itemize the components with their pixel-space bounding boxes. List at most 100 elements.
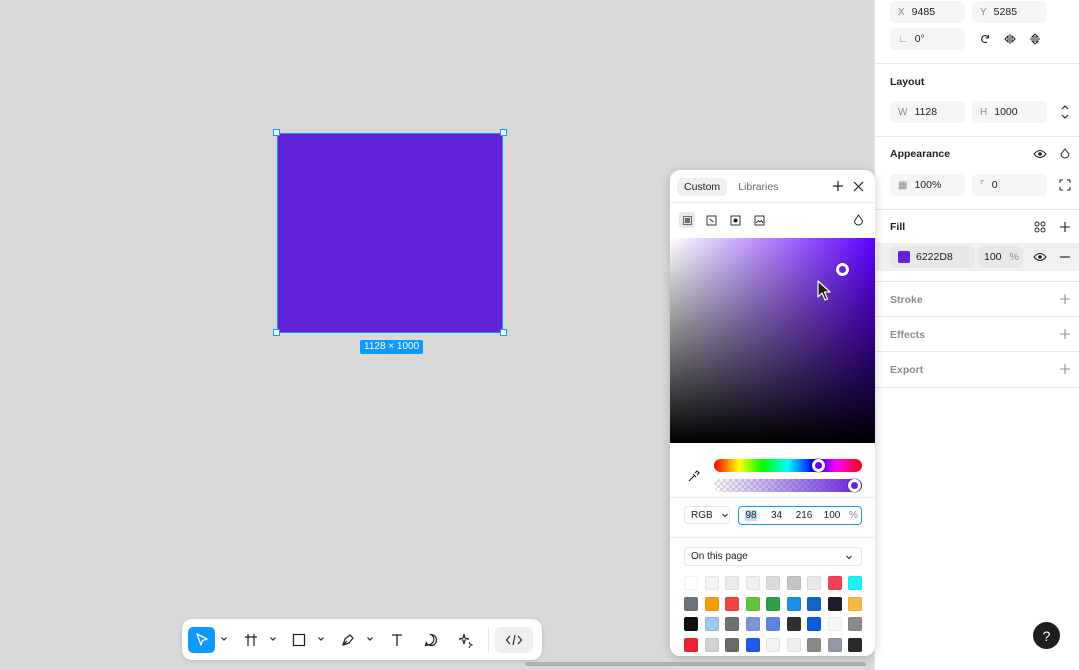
rgb-value-field[interactable]: 98 34 216 100 % <box>738 506 862 525</box>
independent-corners-icon[interactable] <box>1057 177 1073 193</box>
rectangle-tool-button[interactable] <box>286 627 312 653</box>
add-swatch-icon[interactable] <box>830 178 846 194</box>
color-swatch[interactable] <box>725 596 739 611</box>
alpha-knob[interactable] <box>848 479 861 492</box>
color-swatch[interactable] <box>827 617 842 631</box>
color-swatch[interactable] <box>848 617 862 631</box>
color-swatch[interactable] <box>786 576 801 590</box>
color-swatch[interactable] <box>786 617 801 631</box>
eye-icon[interactable] <box>1032 249 1048 265</box>
color-swatch[interactable] <box>725 576 739 590</box>
color-swatch[interactable] <box>704 576 719 590</box>
hue-knob[interactable] <box>812 459 825 472</box>
color-swatch[interactable] <box>848 596 862 611</box>
eyedropper-icon[interactable] <box>685 468 701 484</box>
hue-slider[interactable] <box>714 459 862 472</box>
color-swatch[interactable] <box>745 637 760 652</box>
radial-gradient-icon[interactable] <box>727 212 743 228</box>
color-swatch[interactable] <box>684 576 698 590</box>
linear-gradient-icon[interactable] <box>703 212 719 228</box>
blue-value[interactable]: 216 <box>790 510 818 521</box>
library-source-select[interactable]: On this page <box>684 547 862 566</box>
fill-opacity-field[interactable]: 100 % <box>978 246 1023 268</box>
color-swatch[interactable] <box>807 596 821 611</box>
dev-mode-toggle[interactable] <box>495 627 533 653</box>
add-stroke-icon[interactable] <box>1057 291 1073 307</box>
horizontal-scrollbar[interactable] <box>525 662 866 666</box>
y-position-field[interactable]: Y 5285 <box>972 1 1047 23</box>
color-swatch[interactable] <box>704 617 719 631</box>
frame-tool-button[interactable] <box>238 627 264 653</box>
blend-mode-icon[interactable] <box>850 212 866 228</box>
flip-vertical-icon[interactable] <box>1027 31 1043 47</box>
color-swatch[interactable] <box>827 576 842 590</box>
width-field[interactable]: W 1128 <box>890 101 965 123</box>
corner-radius-field[interactable]: ⌜ 0 <box>972 174 1047 196</box>
color-swatch[interactable] <box>684 617 698 631</box>
color-swatch[interactable] <box>786 596 801 611</box>
color-swatch[interactable] <box>766 617 780 631</box>
color-swatch[interactable] <box>766 576 780 590</box>
resize-handle-top-left[interactable] <box>273 129 280 136</box>
help-button[interactable]: ? <box>1033 622 1060 649</box>
constrain-proportions-icon[interactable] <box>1057 104 1073 120</box>
add-effect-icon[interactable] <box>1057 326 1073 342</box>
rotation-field[interactable]: ∟ 0° <box>890 28 965 50</box>
comment-tool-button[interactable] <box>418 627 444 653</box>
color-swatch[interactable] <box>807 637 821 652</box>
tab-custom[interactable]: Custom <box>677 178 728 196</box>
pen-tool-button[interactable] <box>335 627 361 653</box>
fill-color-field[interactable]: 6222D8 <box>890 246 975 268</box>
tab-libraries[interactable]: Libraries <box>731 178 785 196</box>
color-swatch[interactable] <box>827 637 842 652</box>
color-swatch[interactable] <box>807 576 821 590</box>
color-swatch[interactable] <box>725 617 739 631</box>
x-position-field[interactable]: X 9485 <box>890 1 965 23</box>
color-swatch[interactable] <box>827 596 842 611</box>
solid-fill-icon[interactable] <box>679 212 695 228</box>
add-export-icon[interactable] <box>1057 361 1073 377</box>
resize-handle-bottom-right[interactable] <box>500 329 507 336</box>
add-fill-icon[interactable] <box>1057 219 1073 235</box>
alpha-slider[interactable] <box>714 479 862 492</box>
color-swatch[interactable] <box>745 596 760 611</box>
image-fill-icon[interactable] <box>751 212 767 228</box>
height-field[interactable]: H 1000 <box>972 101 1047 123</box>
green-value[interactable]: 34 <box>763 510 790 521</box>
opacity-field[interactable]: ▦ 100% <box>890 174 965 196</box>
color-swatch[interactable] <box>725 637 739 652</box>
color-mode-select[interactable]: RGB <box>684 506 730 524</box>
fill-swatch[interactable] <box>898 251 910 263</box>
styles-grid-icon[interactable] <box>1032 219 1048 235</box>
saturation-value-knob[interactable] <box>836 263 849 276</box>
color-swatch[interactable] <box>766 596 780 611</box>
close-icon[interactable] <box>850 178 866 194</box>
resize-handle-top-right[interactable] <box>500 129 507 136</box>
chevron-down-icon[interactable] <box>269 633 277 645</box>
color-swatch[interactable] <box>704 637 719 652</box>
text-tool-button[interactable] <box>384 627 410 653</box>
color-swatch[interactable] <box>848 576 862 590</box>
red-value[interactable]: 98 <box>745 510 757 521</box>
flip-horizontal-icon[interactable] <box>1002 31 1018 47</box>
chevron-down-icon[interactable] <box>366 633 374 645</box>
color-swatch[interactable] <box>766 637 780 652</box>
color-swatch[interactable] <box>848 637 862 652</box>
remove-fill-icon[interactable] <box>1057 249 1073 265</box>
color-swatch[interactable] <box>807 617 821 631</box>
eye-icon[interactable] <box>1032 146 1048 162</box>
alpha-value[interactable]: 100 <box>818 510 846 521</box>
color-swatch[interactable] <box>704 596 719 611</box>
color-swatch[interactable] <box>684 596 698 611</box>
purple-frame[interactable] <box>277 133 503 333</box>
color-swatch[interactable] <box>745 617 760 631</box>
color-swatch[interactable] <box>745 576 760 590</box>
actions-tool-button[interactable] <box>453 627 479 653</box>
chevron-down-icon[interactable] <box>220 633 228 645</box>
resize-handle-bottom-left[interactable] <box>273 329 280 336</box>
color-swatch[interactable] <box>786 637 801 652</box>
color-swatch[interactable] <box>684 637 698 652</box>
chevron-down-icon[interactable] <box>317 633 325 645</box>
move-tool-button[interactable] <box>188 627 215 653</box>
blend-mode-icon[interactable] <box>1057 146 1073 162</box>
